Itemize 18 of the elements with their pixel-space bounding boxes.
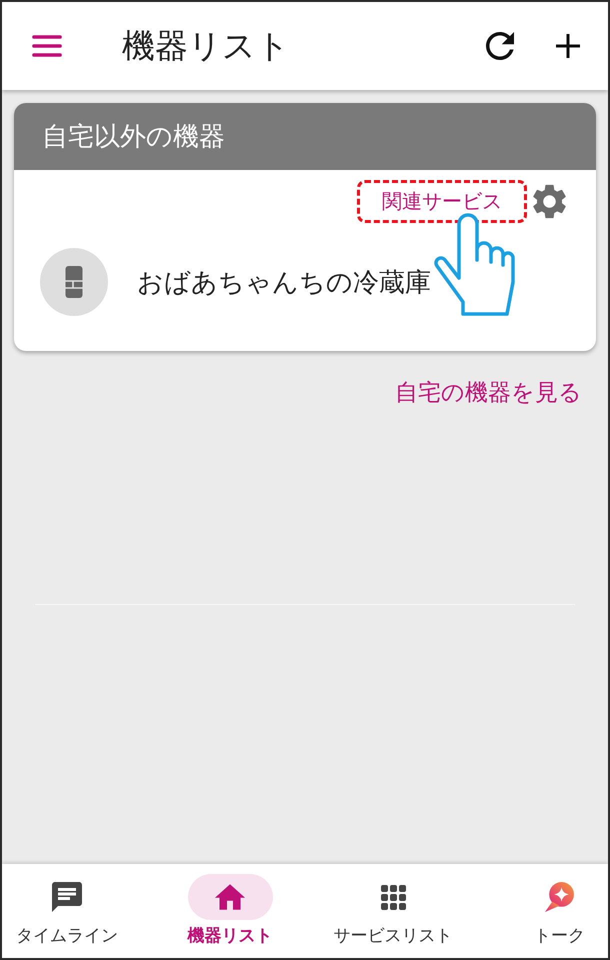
related-services-link[interactable]: 関連サービス	[382, 188, 502, 215]
settings-icon[interactable]	[533, 184, 566, 219]
device-name[interactable]: おばあちゃんちの冷蔵庫	[137, 264, 431, 300]
add-icon[interactable]	[556, 34, 580, 58]
home-devices-link[interactable]: 自宅の機器を見る	[395, 377, 582, 408]
page-title: 機器リスト	[122, 24, 291, 66]
fridge-icon	[40, 248, 108, 316]
nav-tab[interactable]: タイムライン	[16, 864, 118, 946]
nav-tab[interactable]: 機器リスト	[188, 864, 272, 946]
group-title: 自宅以外の機器	[42, 121, 225, 154]
grid-icon	[380, 884, 406, 910]
nav-tab[interactable]: サービスリスト	[334, 864, 452, 946]
sparkle-chat-icon	[544, 882, 576, 912]
chat-icon	[52, 882, 82, 912]
nav-tab[interactable]: トーク	[517, 864, 602, 946]
refresh-icon[interactable]	[486, 32, 514, 60]
home-icon	[215, 884, 245, 910]
menu-icon[interactable]	[32, 35, 62, 57]
